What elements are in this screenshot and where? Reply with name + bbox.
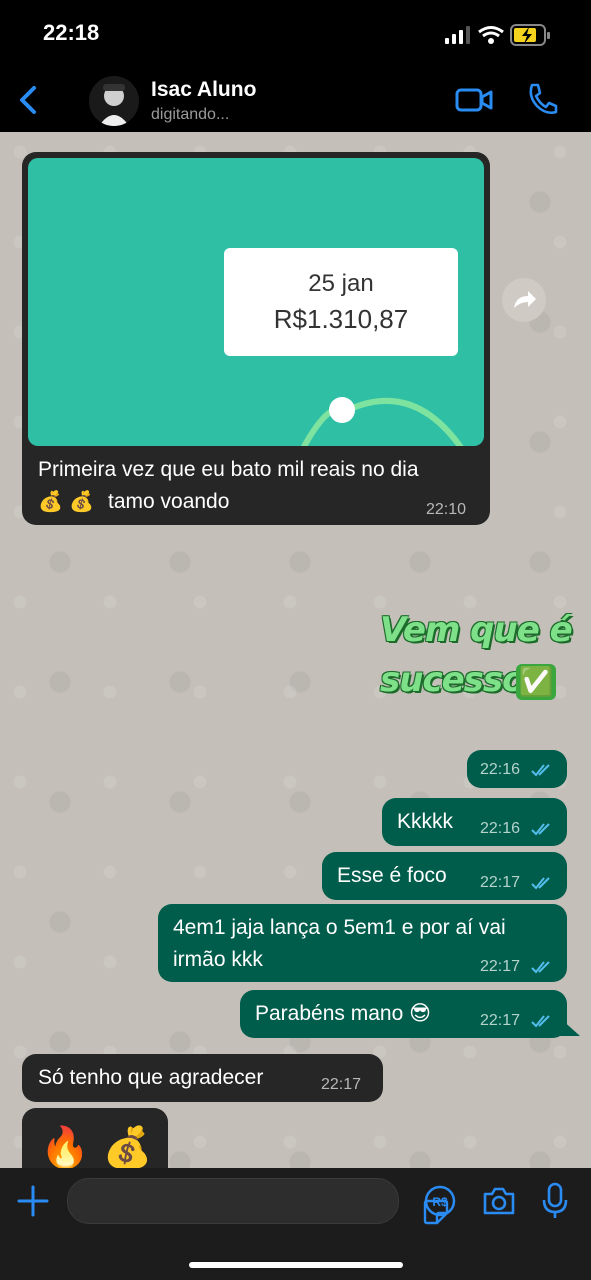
mic-icon[interactable] bbox=[541, 1182, 569, 1220]
battery-icon bbox=[510, 24, 550, 46]
contact-name[interactable]: Isac Aluno bbox=[151, 78, 256, 102]
message-time: 22:17 bbox=[480, 874, 521, 891]
message-time: 22:10 bbox=[426, 501, 467, 518]
caption-line-2: tamo voando bbox=[108, 490, 230, 513]
message-time: 22:17 bbox=[480, 1012, 521, 1029]
read-ticks-icon bbox=[531, 764, 550, 777]
status-icons bbox=[445, 24, 550, 46]
message-time: 22:17 bbox=[321, 1076, 362, 1093]
forward-button[interactable] bbox=[502, 278, 546, 322]
camera-icon[interactable] bbox=[482, 1186, 516, 1216]
chat-header: Isac Aluno digitando... bbox=[0, 70, 591, 132]
sticker-line-2: sucesso bbox=[380, 660, 525, 700]
outgoing-message[interactable]: Parabéns mano 😎 22:17 bbox=[240, 990, 567, 1038]
message-input[interactable] bbox=[67, 1178, 449, 1225]
svg-text:R$: R$ bbox=[432, 1195, 448, 1209]
bubble-tail bbox=[560, 1018, 580, 1036]
message-text: Esse é foco bbox=[337, 864, 447, 887]
video-call-icon[interactable] bbox=[455, 86, 493, 114]
message-text-line-1: 4em1 jaja lança o 5em1 e por aí vai bbox=[173, 916, 506, 939]
chat-area[interactable]: 25 jan R$1.310,87 Primeira vez que eu ba… bbox=[0, 132, 591, 1168]
emoji-message: 🔥 💰 bbox=[40, 1125, 153, 1168]
read-ticks-icon bbox=[531, 823, 550, 836]
sticker-line-1: Vem que é bbox=[380, 610, 573, 650]
plus-icon[interactable] bbox=[16, 1184, 50, 1218]
contact-status: digitando... bbox=[151, 106, 230, 123]
incoming-message[interactable]: 🔥 💰 bbox=[22, 1108, 168, 1168]
image-message[interactable]: 25 jan R$1.310,87 Primeira vez que eu ba… bbox=[22, 152, 490, 525]
message-text: Só tenho que agradecer bbox=[38, 1066, 264, 1089]
read-ticks-icon bbox=[531, 877, 550, 890]
back-icon[interactable] bbox=[14, 83, 44, 117]
check-mark-icon: ✅ bbox=[516, 664, 556, 700]
message-time: 22:17 bbox=[480, 958, 521, 975]
outgoing-message[interactable]: 22:16 bbox=[467, 750, 567, 788]
forward-icon bbox=[514, 291, 536, 308]
payment-icon[interactable]: R$ bbox=[424, 1185, 456, 1217]
image-attachment[interactable]: 25 jan R$1.310,87 bbox=[28, 158, 484, 446]
outgoing-message[interactable]: Kkkkk 22:16 bbox=[382, 798, 567, 846]
outgoing-message[interactable]: 4em1 jaja lança o 5em1 e por aí vai irmã… bbox=[158, 904, 567, 982]
input-bar: R$ bbox=[0, 1168, 591, 1280]
incoming-message[interactable]: Só tenho que agradecer 22:17 bbox=[22, 1054, 383, 1102]
message-time: 22:16 bbox=[480, 820, 521, 837]
caption-line-1: Primeira vez que eu bato mil reais no di… bbox=[38, 458, 419, 481]
message-text: Kkkkk bbox=[397, 810, 454, 833]
wifi-icon bbox=[478, 26, 504, 44]
earnings-graph-line bbox=[300, 397, 464, 446]
message-text: Parabéns mano 😎 bbox=[255, 1002, 431, 1025]
message-time: 22:16 bbox=[480, 761, 521, 778]
read-ticks-icon bbox=[531, 961, 550, 974]
money-bag-emojis: 💰 💰 bbox=[38, 489, 95, 513]
outgoing-message[interactable]: Esse é foco 22:17 bbox=[322, 852, 567, 900]
signal-icon bbox=[445, 26, 470, 44]
status-time: 22:18 bbox=[43, 20, 100, 45]
phone-icon[interactable] bbox=[526, 82, 558, 116]
status-bar: 22:18 bbox=[0, 0, 591, 70]
message-text-line-2: irmão kkk bbox=[173, 948, 263, 971]
home-indicator[interactable] bbox=[189, 1262, 403, 1268]
read-ticks-icon bbox=[531, 1015, 550, 1028]
avatar[interactable] bbox=[89, 76, 139, 126]
